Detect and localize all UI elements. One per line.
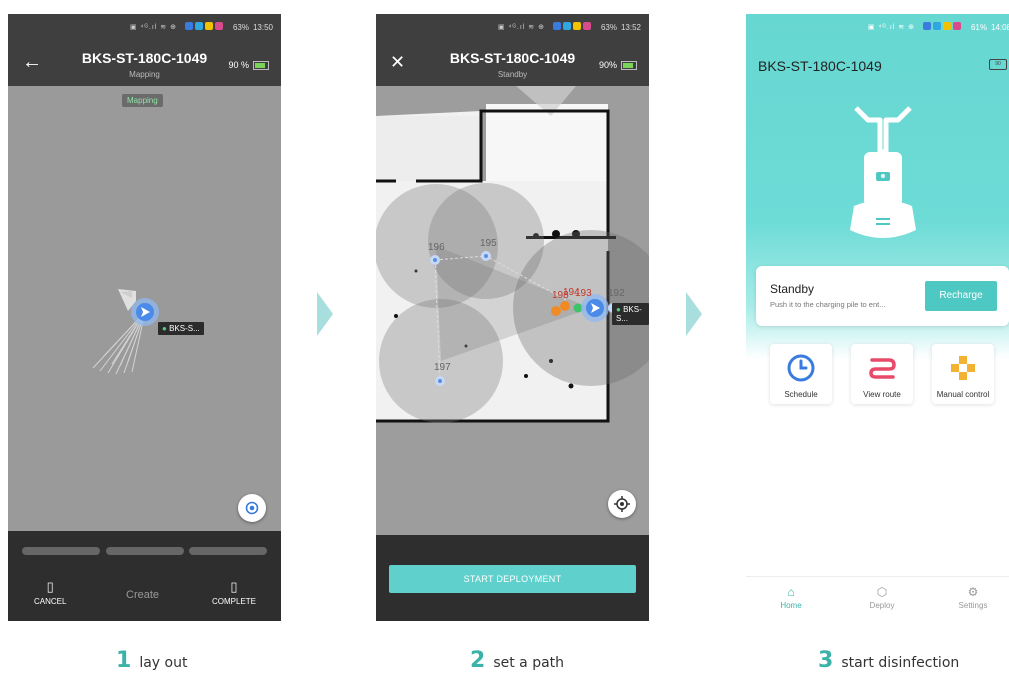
tab-settings[interactable]: ⚙ Settings [943, 585, 1003, 610]
point-label: 193 [575, 288, 592, 299]
route-icon [869, 358, 896, 379]
step-number: 2 [470, 648, 486, 673]
complete-button[interactable]: ▯ COMPLETE [212, 579, 256, 606]
view-route-tile[interactable]: View route [851, 344, 913, 404]
complete-label: COMPLETE [212, 597, 257, 606]
schedule-tile[interactable]: Schedule [770, 344, 832, 404]
point-label: 195 [480, 238, 497, 249]
status-time: 13:52 [620, 22, 641, 32]
status-card: Standby Push it to the charging pile to … [756, 266, 1009, 326]
deploy-bottom-bar: START DEPLOYMENT [376, 535, 649, 621]
home-icon: ⌂ [787, 585, 795, 599]
cancel-label: CANCEL [34, 597, 67, 606]
step-label: set a path [493, 655, 565, 671]
locate-button[interactable] [238, 494, 266, 522]
step-caption: 1 lay out [116, 648, 187, 673]
signal-icons: ▣ ⁴ᴳ.ıl ≋ ⊕ [497, 24, 545, 31]
pill [189, 547, 267, 555]
device-battery: 90 % [228, 60, 269, 70]
crosshair-icon [614, 496, 630, 512]
pill [22, 547, 100, 555]
status-battery: 61% [970, 22, 987, 32]
view-route-label: View route [863, 390, 901, 399]
screen-home: ▣ ⁴ᴳ.ıl ≋ ⊕ 61% 14:08 BKS-ST-180C-1049 9… [746, 14, 1009, 621]
recharge-button[interactable]: Recharge [925, 281, 997, 311]
step-label: start disinfection [841, 655, 960, 671]
cube-icon: ⬡ [876, 585, 888, 599]
robot-illustration [850, 106, 916, 238]
top-bar: ▣ ⁴ᴳ.ıl ≋ ⊕ 63% 13:50 ← BKS-ST-180C-1049… [8, 14, 281, 86]
app-notification-icons [922, 22, 963, 32]
step-arrow [317, 292, 333, 336]
battery-text: 90% [598, 60, 617, 70]
locate-button[interactable] [608, 490, 636, 518]
pill [105, 547, 184, 555]
app-notification-icons [184, 22, 225, 32]
cancel-doc-icon: ▯ [46, 579, 54, 594]
route-waypoint [430, 255, 440, 265]
cancel-button[interactable]: ▯ CANCEL [34, 579, 66, 606]
status-description: Push it to the charging pile to ent... [770, 300, 886, 309]
step-number: 1 [116, 648, 132, 673]
screen-set-path: ▣ ⁴ᴳ.ıl ≋ ⊕ 63% 13:52 ✕ BKS-ST-180C-1049… [376, 14, 649, 621]
point-label: 197 [434, 362, 451, 373]
signal-icons: ▣ ⁴ᴳ.ıl ≋ ⊕ [129, 24, 177, 31]
robot-tag: ● BKS-S... [612, 303, 649, 325]
tab-settings-label: Settings [958, 601, 988, 610]
status-bar: ▣ ⁴ᴳ.ıl ≋ ⊕ 61% 14:08 [746, 14, 1009, 40]
device-subtitle: Standby [497, 70, 528, 79]
robot-tag-text: BKS-S... [169, 324, 200, 333]
step-arrow [686, 292, 702, 336]
complete-doc-icon: ▯ [230, 579, 238, 594]
target-icon [245, 501, 259, 515]
battery-icon [253, 60, 269, 70]
gear-icon: ⚙ [967, 585, 979, 599]
status-bar: ▣ ⁴ᴳ.ıl ≋ ⊕ 63% 13:52 [376, 14, 649, 40]
step-label: lay out [139, 655, 188, 671]
tab-home-label: Home [780, 601, 802, 610]
device-subtitle: Mapping [129, 70, 160, 79]
tab-home[interactable]: ⌂ Home [761, 585, 821, 610]
tab-deploy-label: Deploy [869, 601, 895, 610]
status-time: 13:50 [252, 22, 273, 32]
manual-control-tile[interactable]: Manual control [932, 344, 994, 404]
step-number: 3 [818, 648, 834, 673]
clock-icon [787, 354, 815, 382]
status-time: 14:08 [990, 22, 1009, 32]
battery-icon [621, 60, 637, 70]
start-deployment-button[interactable]: START DEPLOYMENT [389, 565, 636, 593]
floor-map [376, 86, 649, 531]
scan-map [92, 289, 159, 375]
create-button[interactable]: Create [126, 589, 159, 601]
step-caption: 2 set a path [470, 648, 564, 673]
bottom-tab-bar: ⌂ Home ⬡ Deploy ⚙ Settings [746, 576, 1009, 621]
top-bar: ▣ ⁴ᴳ.ıl ≋ ⊕ 63% 13:52 ✕ BKS-ST-180C-1049… [376, 14, 649, 86]
robot-tag: ● BKS-S... [158, 322, 204, 335]
device-title: BKS-ST-180C-1049 [758, 58, 882, 74]
route-waypoint [481, 251, 491, 261]
status-battery: 63% [600, 22, 617, 32]
screen-mapping: ▣ ⁴ᴳ.ıl ≋ ⊕ 63% 13:50 ← BKS-ST-180C-1049… [8, 14, 281, 621]
tab-deploy[interactable]: ⬡ Deploy [852, 585, 912, 610]
status-bar: ▣ ⁴ᴳ.ıl ≋ ⊕ 63% 13:50 [8, 14, 281, 40]
progress-pills [22, 547, 267, 555]
signal-icons: ▣ ⁴ᴳ.ıl ≋ ⊕ [867, 24, 915, 31]
point-label: 192 [608, 288, 625, 299]
step-caption: 3 start disinfection [818, 648, 959, 673]
mapping-bottom-bar: ▯ CANCEL Create ▯ COMPLETE [8, 531, 281, 621]
schedule-label: Schedule [784, 390, 818, 399]
battery-badge: 90 [989, 59, 1007, 70]
manual-control-label: Manual control [936, 390, 990, 399]
battery-text: 90 % [228, 60, 249, 70]
dpad-icon [951, 356, 975, 380]
device-battery: 90% [599, 60, 637, 70]
status-battery: 63% [232, 22, 249, 32]
app-notification-icons [552, 22, 593, 32]
status-title: Standby [770, 282, 815, 296]
route-waypoint [435, 376, 445, 386]
point-label: 196 [428, 242, 445, 253]
